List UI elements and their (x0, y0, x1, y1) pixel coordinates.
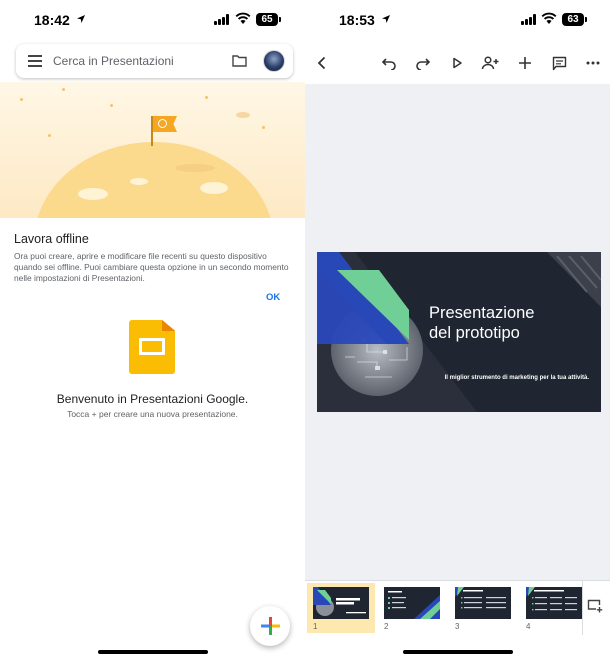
wifi-icon (541, 12, 557, 24)
thumbnail-number: 4 (526, 622, 531, 631)
welcome-heading: Benvenuto in Presentazioni Google. (56, 392, 249, 406)
more-horizontal-icon (586, 61, 600, 65)
slide-thumbnail[interactable] (526, 587, 582, 619)
slide-title-line-2: del prototipo (429, 324, 520, 342)
search-bar[interactable]: Cerca in Presentazioni (16, 44, 293, 78)
slide-title: Presentazione del prototipo (429, 303, 535, 343)
redo-button[interactable] (414, 54, 432, 72)
home-indicator[interactable] (98, 650, 208, 654)
thumbnail-art (455, 587, 506, 609)
welcome-hint: Tocca + per creare una nuova presentazio… (67, 409, 238, 419)
slide-thumbnail[interactable] (313, 587, 369, 619)
status-time: 18:53 (339, 12, 375, 28)
comment-icon (552, 56, 566, 70)
offline-card-text: Ora puoi creare, aprire e modificare fil… (14, 251, 289, 283)
plus-icon (261, 617, 280, 635)
thumbnail-art (388, 591, 440, 619)
chevron-left-icon (317, 56, 326, 70)
slide-title-line-1: Presentazione (429, 304, 535, 322)
status-bar: 18:53 63 (305, 0, 610, 40)
slides-home-screen: 18:42 65 Cerca in Presentazioni Lavora o… (0, 0, 305, 660)
new-presentation-button[interactable] (250, 606, 290, 646)
offline-card-title: Lavora offline (14, 232, 89, 246)
thumbnail-art (526, 587, 577, 611)
hamburger-menu-icon[interactable] (28, 55, 44, 67)
slide-subtitle: Il miglior strumento di marketing per la… (444, 375, 589, 381)
thumbnail-number: 1 (313, 622, 318, 631)
add-person-icon (481, 56, 499, 70)
current-slide[interactable]: Presentazione del prototipo Il miglior s… (317, 252, 601, 412)
undo-button[interactable] (380, 54, 398, 72)
slides-editor-screen: 18:53 63 Presentazione del prototipo Il … (305, 0, 610, 660)
wifi-icon (235, 12, 251, 24)
signal-icon (214, 14, 230, 25)
add-slide-button[interactable] (587, 599, 603, 618)
play-icon (453, 57, 462, 69)
filmstrip-divider (582, 581, 583, 635)
back-button[interactable] (313, 54, 331, 72)
editor-toolbar (305, 44, 610, 82)
search-input[interactable]: Cerca in Presentazioni (53, 54, 174, 68)
battery-icon: 65 (256, 13, 281, 26)
thumbnail-art (313, 587, 366, 616)
slide-thumbnail[interactable] (384, 587, 440, 619)
battery-icon: 63 (562, 13, 587, 26)
plus-icon (519, 57, 531, 69)
google-slides-logo-icon (129, 320, 175, 374)
ok-button[interactable]: OK (266, 292, 280, 303)
location-arrow-icon (77, 15, 85, 23)
offline-illustration (0, 82, 305, 218)
status-bar: 18:42 65 (0, 0, 305, 40)
comments-button[interactable] (550, 54, 568, 72)
account-avatar[interactable] (263, 50, 285, 72)
insert-button[interactable] (516, 54, 534, 72)
redo-icon (416, 58, 431, 70)
share-button[interactable] (481, 54, 499, 72)
folder-icon[interactable] (232, 54, 247, 67)
home-indicator[interactable] (403, 650, 513, 654)
add-slide-icon (587, 599, 603, 613)
thumbnail-number: 2 (384, 622, 389, 631)
slide-thumbnail[interactable] (455, 587, 511, 619)
undo-icon (381, 58, 396, 70)
slide-filmstrip: 1 2 3 4 (305, 580, 610, 635)
location-arrow-icon (382, 15, 390, 23)
status-time: 18:42 (34, 12, 70, 28)
signal-icon (521, 14, 537, 25)
slide-canvas[interactable]: Presentazione del prototipo Il miglior s… (305, 84, 610, 580)
more-options-button[interactable] (584, 54, 602, 72)
present-button[interactable] (448, 54, 466, 72)
thumbnail-number: 3 (455, 622, 460, 631)
